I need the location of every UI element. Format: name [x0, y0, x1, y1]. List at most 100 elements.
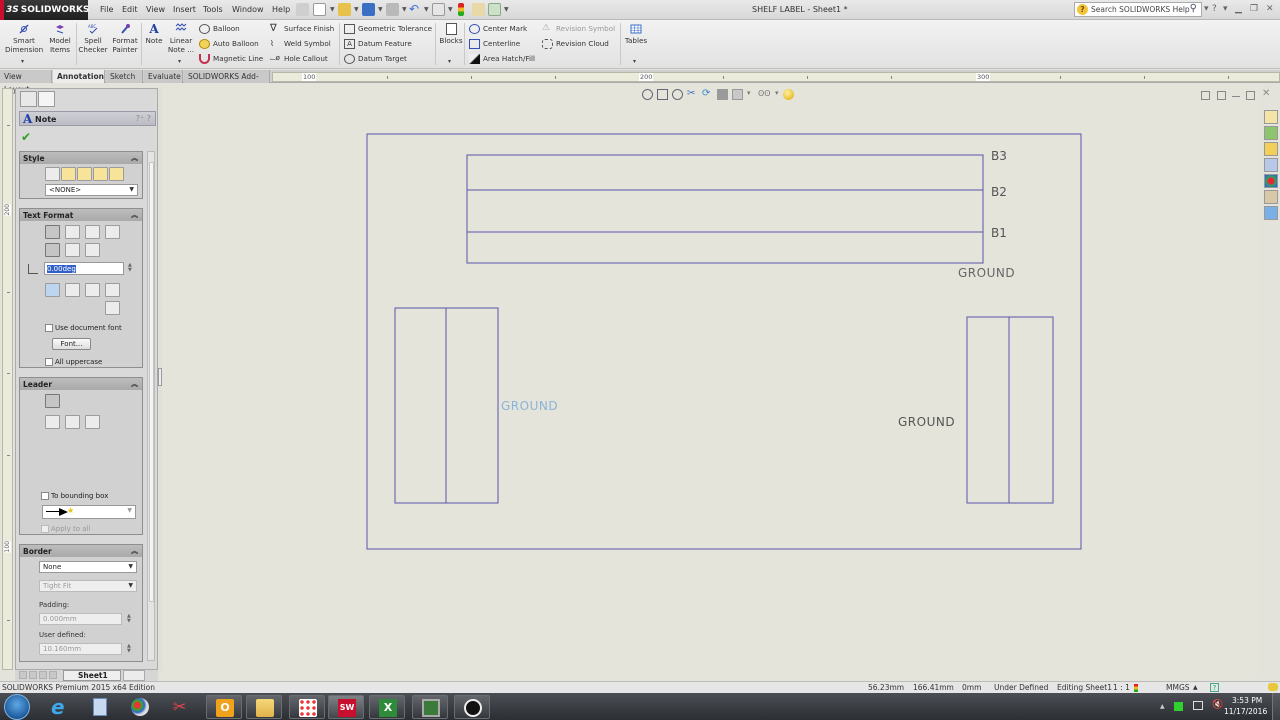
add-sheet-button[interactable]: [123, 670, 145, 681]
close-window-icon[interactable]: ✕: [1266, 4, 1274, 14]
magnetic-line-button[interactable]: Magnetic Line: [199, 53, 263, 65]
unit-system[interactable]: MMGS: [1166, 683, 1190, 692]
taskbar-outlook[interactable]: O: [206, 695, 242, 719]
linear-note-button[interactable]: Linear Note ...: [167, 23, 195, 54]
zoom-to-area-icon[interactable]: [657, 89, 668, 100]
taskbar-calculator[interactable]: [82, 695, 118, 719]
windows-start-button[interactable]: [4, 694, 30, 720]
taskbar-paint[interactable]: [122, 695, 158, 719]
search-icon[interactable]: ⚲: [1190, 3, 1197, 14]
help-dropdown-icon[interactable]: ▾: [1223, 4, 1228, 14]
sheet-border[interactable]: [366, 133, 1082, 550]
new-document-icon[interactable]: [313, 3, 326, 16]
shelf-bin-block[interactable]: [466, 154, 984, 264]
chevron-down-icon[interactable]: ▾: [448, 58, 451, 65]
viewport-split-icon[interactable]: [1217, 91, 1226, 100]
format-painter-button[interactable]: Format Painter: [110, 23, 140, 54]
clock-date[interactable]: 11/17/2016: [1224, 707, 1267, 716]
show-hidden-icons-icon[interactable]: ▲: [1160, 703, 1165, 710]
align-bottom-icon[interactable]: [85, 243, 100, 257]
balloon-button[interactable]: Balloon: [199, 23, 240, 35]
tables-button[interactable]: Tables: [623, 23, 649, 46]
label-ground-right[interactable]: GROUND: [898, 415, 955, 429]
revision-symbol-button[interactable]: ⚠ Revision Symbol: [542, 23, 615, 35]
help-icon[interactable]: ?⁺ ?: [136, 114, 151, 123]
taskbar-app-grid[interactable]: [289, 695, 325, 719]
prev-sheet-arrow-icon[interactable]: [29, 671, 37, 679]
arrow-style-select[interactable]: ★ ▼: [42, 505, 136, 519]
restore-window-icon[interactable]: ❐: [1250, 4, 1258, 14]
tray-app-icon[interactable]: [1174, 702, 1183, 711]
ok-checkmark-icon[interactable]: ✔: [21, 130, 31, 144]
datum-target-button[interactable]: Datum Target: [344, 53, 407, 65]
save-icon[interactable]: [362, 3, 375, 16]
hide-show-items-icon[interactable]: ʘʘ: [758, 89, 771, 100]
chevron-down-icon[interactable]: ▾: [178, 58, 181, 65]
label-b1[interactable]: B1: [991, 226, 1007, 240]
sheet-tab-sheet1[interactable]: Sheet1: [63, 670, 121, 681]
smart-dimension-button[interactable]: Smart Dimension: [5, 23, 43, 54]
taskbar-solidworks[interactable]: SW: [328, 695, 364, 719]
add-style-icon[interactable]: [61, 167, 76, 181]
help-icon[interactable]: ?: [1212, 4, 1217, 14]
close-document-icon[interactable]: ✕: [1262, 88, 1270, 99]
chevron-down-icon[interactable]: ▼: [448, 6, 453, 13]
viewport-single-icon[interactable]: [1201, 91, 1210, 100]
lock-unlock-note-icon[interactable]: [105, 283, 120, 297]
menu-view[interactable]: View: [146, 5, 165, 14]
collapse-icon[interactable]: ︽: [131, 379, 138, 389]
bent-leader-icon[interactable]: [65, 415, 80, 429]
search-help-input[interactable]: ? Search SOLIDWORKS Help ⚲: [1074, 2, 1202, 17]
menu-file[interactable]: File: [100, 5, 113, 14]
insert-hyperlink-icon[interactable]: [45, 283, 60, 297]
options-icon[interactable]: [488, 3, 501, 16]
user-defined-input[interactable]: 10.160mm: [39, 643, 122, 655]
network-icon[interactable]: [1193, 701, 1203, 710]
undo-icon[interactable]: ↶: [409, 3, 422, 16]
view-orientation-icon[interactable]: [717, 89, 728, 100]
design-library-icon[interactable]: [1264, 126, 1278, 140]
feature-manager-tab[interactable]: [20, 91, 37, 107]
right-upright[interactable]: [966, 316, 1054, 504]
pin-icon[interactable]: [296, 3, 309, 16]
last-sheet-arrow-icon[interactable]: [49, 671, 57, 679]
justify-icon[interactable]: [105, 225, 120, 239]
next-sheet-arrow-icon[interactable]: [39, 671, 47, 679]
border-size-select[interactable]: Tight Fit ▼: [39, 580, 137, 592]
tab-solidworks-add-ins[interactable]: SOLIDWORKS Add-Ins: [184, 70, 270, 94]
custom-properties-icon[interactable]: [1264, 190, 1278, 204]
stack-note-icon[interactable]: [105, 301, 120, 315]
center-mark-button[interactable]: Center Mark: [469, 23, 527, 35]
datum-feature-button[interactable]: A Datum Feature: [344, 38, 412, 50]
blocks-button[interactable]: Blocks: [438, 23, 464, 46]
open-folder-icon[interactable]: [338, 3, 351, 16]
notification-icon[interactable]: [1268, 683, 1278, 691]
collapse-icon[interactable]: ︽: [131, 546, 138, 556]
align-right-icon[interactable]: [85, 225, 100, 239]
drawing-graphics-area[interactable]: B3 B2 B1 GROUND GROUND GROUND: [162, 84, 1258, 678]
chevron-down-icon[interactable]: ▼: [504, 6, 509, 13]
view-palette-icon[interactable]: [1264, 158, 1278, 172]
centerline-button[interactable]: Centerline: [469, 38, 520, 50]
to-bounding-box-checkbox[interactable]: To bounding box: [41, 491, 108, 501]
tab-annotation[interactable]: Annotation: [53, 70, 105, 83]
taskbar-file-explorer[interactable]: [246, 695, 282, 719]
spell-checker-button[interactable]: ABC Spell Checker: [78, 23, 108, 54]
area-hatch-fill-button[interactable]: Area Hatch/Fill: [469, 53, 535, 65]
solidworks-logo[interactable]: 3S SOLIDWORKS: [0, 0, 89, 20]
user-defined-spinner[interactable]: ▲ ▼: [127, 644, 131, 654]
menu-tools[interactable]: Tools: [203, 5, 223, 14]
tab-view-layout[interactable]: View Layout: [0, 70, 52, 94]
zoom-to-fit-icon[interactable]: [642, 89, 653, 100]
revision-cloud-button[interactable]: Revision Cloud: [542, 38, 609, 50]
label-ground-left-selected[interactable]: GROUND: [501, 399, 558, 413]
align-left-icon[interactable]: [45, 225, 60, 239]
label-b3[interactable]: B3: [991, 149, 1007, 163]
print-icon[interactable]: [386, 3, 399, 16]
chevron-down-icon[interactable]: ▼: [402, 6, 407, 13]
forum-icon[interactable]: [1264, 206, 1278, 220]
tab-evaluate[interactable]: Evaluate: [144, 70, 183, 83]
apply-default-style-icon[interactable]: [45, 167, 60, 181]
file-explorer-icon[interactable]: [1264, 142, 1278, 156]
previous-view-icon[interactable]: [672, 89, 683, 100]
